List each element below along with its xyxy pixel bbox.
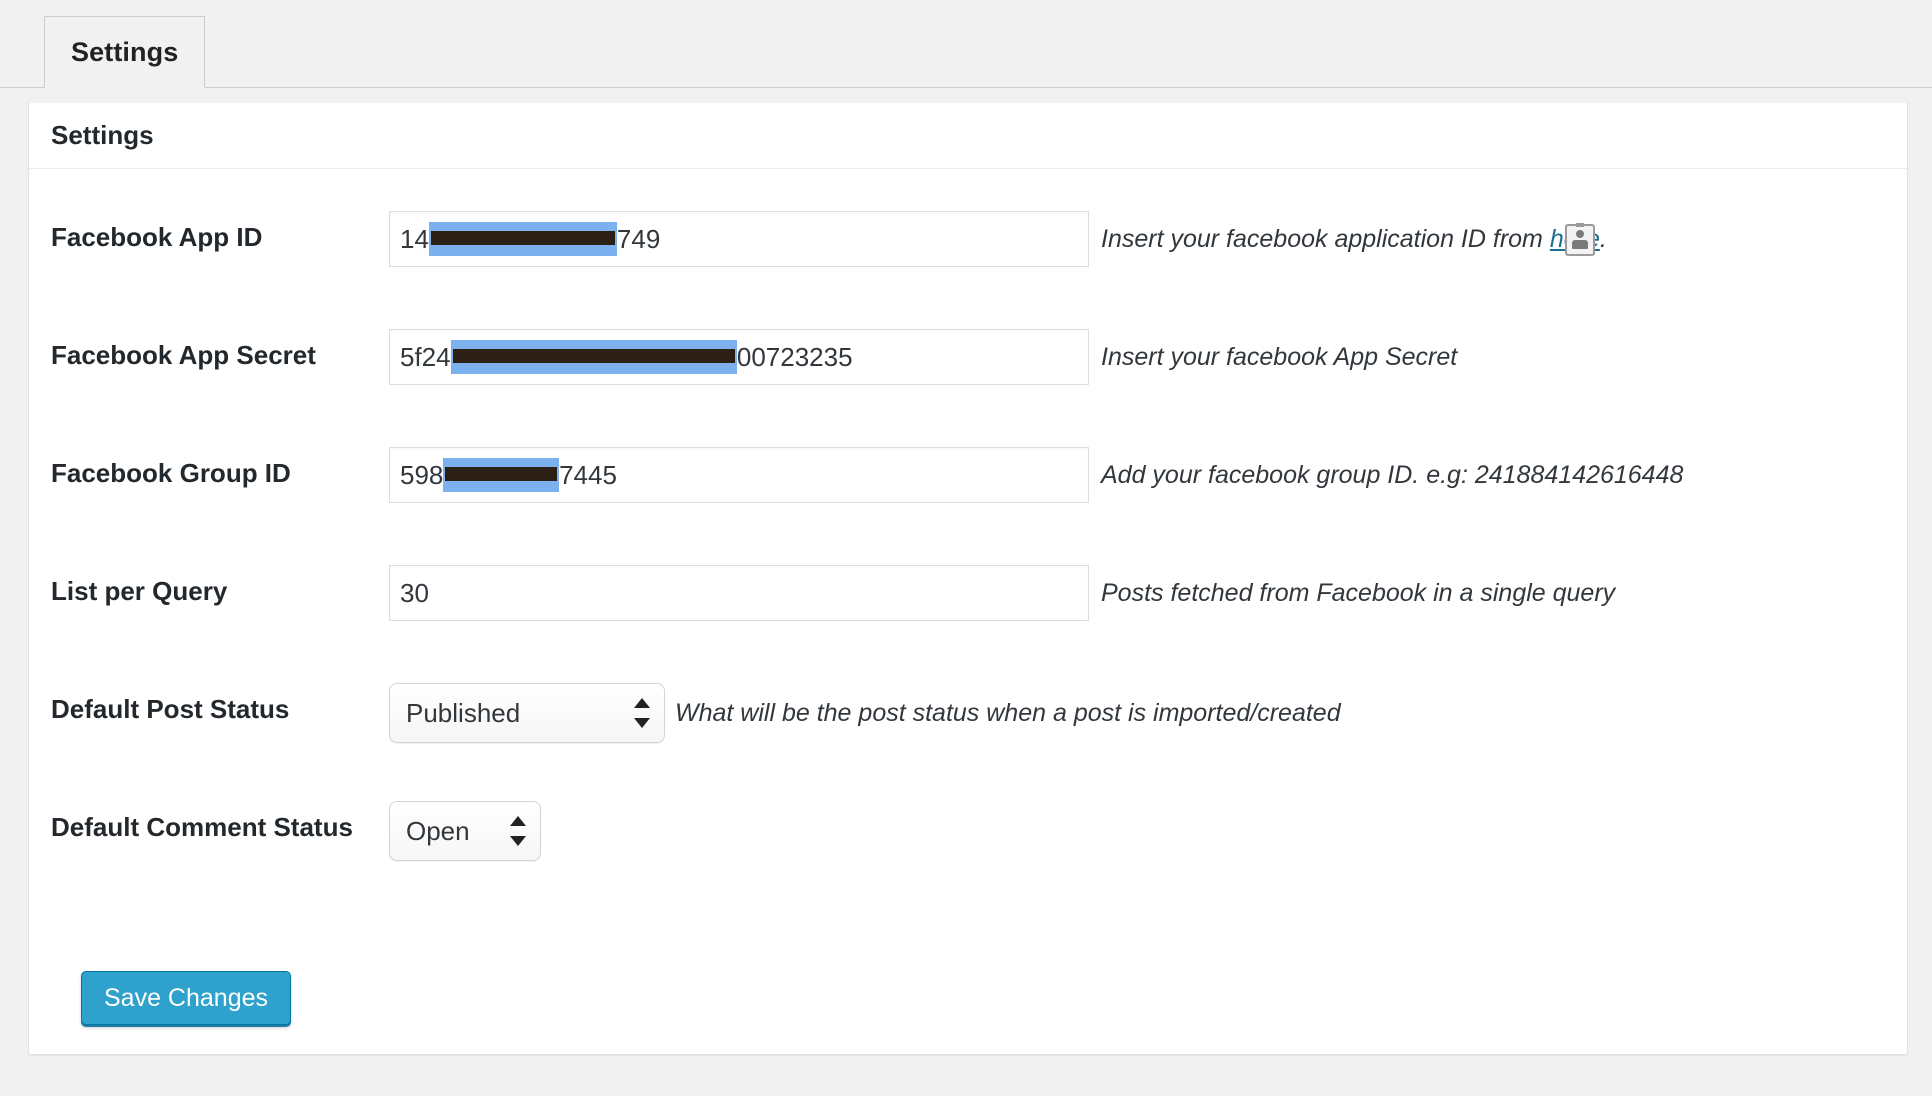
label-facebook-group-id: Facebook Group ID	[51, 458, 291, 488]
label-facebook-app-secret: Facebook App Secret	[51, 340, 316, 370]
list-per-query-input[interactable]: 30	[389, 565, 1089, 621]
label-default-post-status: Default Post Status	[51, 694, 290, 724]
facebook-app-id-value-prefix: 14	[400, 223, 429, 254]
default-comment-status-select[interactable]: Open	[389, 801, 541, 861]
page-title: Settings	[51, 120, 154, 150]
facebook-group-id-value-prefix: 598	[400, 459, 444, 490]
control-facebook-app-id: 144731469393961749 Insert your facebook …	[389, 211, 1607, 267]
default-comment-status-value: Open	[406, 815, 470, 846]
facebook-app-secret-input[interactable]: 5f24b3ce7f087f6f4e5e6e1cbf00723235	[389, 329, 1089, 385]
description-text-after: .	[1599, 225, 1607, 253]
tab-strip-divider	[0, 87, 1932, 88]
description-facebook-group-id: Add your facebook group ID. e.g: 2418841…	[1101, 461, 1684, 489]
facebook-app-id-value-redacted: 4731469393961	[428, 222, 617, 256]
form-row-list-per-query: List per Query 30 Posts fetched from Fac…	[29, 565, 1907, 683]
chevron-updown-icon	[510, 813, 526, 849]
tab-strip: Settings	[0, 0, 1932, 88]
description-text-before: Insert your facebook application ID from	[1101, 225, 1550, 253]
settings-form: Facebook App ID 144731469393961749 Inser…	[29, 169, 1907, 1025]
card-header: Settings	[29, 103, 1907, 169]
form-row-default-comment-status: Default Comment Status Open	[29, 801, 1907, 919]
form-row-facebook-app-id: Facebook App ID 144731469393961749 Inser…	[29, 211, 1907, 329]
description-list-per-query: Posts fetched from Facebook in a single …	[1101, 579, 1616, 607]
control-facebook-app-secret: 5f24b3ce7f087f6f4e5e6e1cbf00723235 Inser…	[389, 329, 1457, 385]
facebook-group-id-value-redacted: 43216888	[443, 458, 560, 492]
facebook-app-secret-value-suffix: 00723235	[736, 341, 853, 372]
facebook-app-id-value-suffix: 749	[616, 223, 661, 254]
form-row-facebook-app-secret: Facebook App Secret 5f24b3ce7f087f6f4e5e…	[29, 329, 1907, 447]
save-changes-button[interactable]: Save Changes	[81, 971, 292, 1025]
form-row-default-post-status: Default Post Status Published What will …	[29, 683, 1907, 801]
chevron-updown-icon	[634, 695, 650, 731]
default-post-status-value: Published	[406, 697, 521, 728]
label-facebook-app-id: Facebook App ID	[51, 222, 263, 252]
form-row-facebook-group-id: Facebook Group ID 598432168887445 Add yo…	[29, 447, 1907, 565]
facebook-group-id-value-suffix: 7445	[559, 459, 617, 490]
control-default-post-status: Published What will be the post status w…	[389, 683, 1341, 743]
tab-settings[interactable]: Settings	[44, 16, 206, 88]
control-default-comment-status: Open	[389, 801, 541, 861]
settings-card: Settings Facebook App ID 144731469393961…	[28, 103, 1908, 1055]
submit-area: Save Changes	[29, 919, 1907, 1025]
control-list-per-query: 30 Posts fetched from Facebook in a sing…	[389, 565, 1615, 621]
tab-settings-label: Settings	[71, 36, 179, 67]
facebook-app-secret-value-prefix: 5f24	[400, 341, 451, 372]
facebook-group-id-input[interactable]: 598432168887445	[389, 447, 1089, 503]
list-per-query-value: 30	[400, 577, 429, 608]
default-post-status-select[interactable]: Published	[389, 683, 665, 743]
description-facebook-app-id: Insert your facebook application ID from…	[1101, 211, 1607, 267]
label-list-per-query: List per Query	[51, 576, 228, 606]
description-default-post-status: What will be the post status when a post…	[675, 699, 1341, 727]
control-facebook-group-id: 598432168887445 Add your facebook group …	[389, 447, 1683, 503]
facebook-app-secret-value-redacted: b3ce7f087f6f4e5e6e1cbf	[450, 340, 737, 374]
facebook-app-id-input[interactable]: 144731469393961749	[389, 211, 1595, 267]
description-facebook-app-secret: Insert your facebook App Secret	[1101, 343, 1458, 371]
label-default-comment-status: Default Comment Status	[51, 812, 353, 842]
